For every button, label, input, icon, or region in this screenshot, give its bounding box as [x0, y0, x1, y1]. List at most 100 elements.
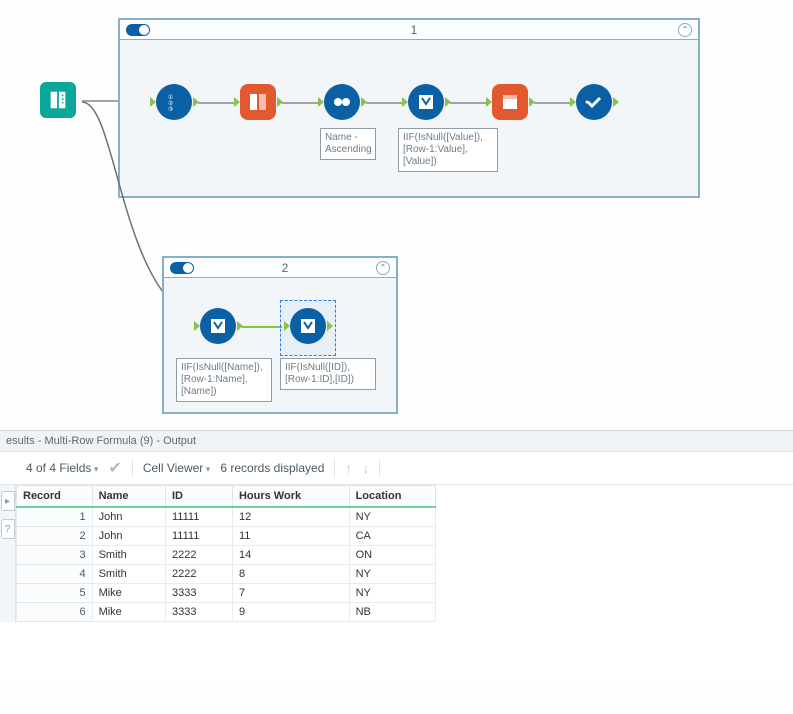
results-table[interactable]: Record Name ID Hours Work Location 1John…: [16, 485, 436, 622]
cell-location: NY: [349, 584, 435, 603]
crosstab-icon: [499, 91, 521, 113]
connector: [366, 102, 406, 104]
multirow-formula-tool[interactable]: [408, 84, 444, 120]
multirow-formula-tool-2b[interactable]: [290, 308, 326, 344]
svg-text:③: ③: [168, 106, 173, 112]
tool-container-2[interactable]: 2 ⌃ IIF(IsNull([Name]),[Row-1:Name],[Nam…: [162, 256, 398, 414]
cell-name: Mike: [92, 603, 165, 622]
container-toggle[interactable]: [170, 262, 194, 274]
cell-location: CA: [349, 527, 435, 546]
fields-dropdown[interactable]: 4 of 4 Fields: [26, 461, 98, 475]
multirow-icon: [415, 91, 437, 113]
side-tab-output[interactable]: ▸: [1, 491, 15, 511]
multirow-formula-tool-2a[interactable]: [200, 308, 236, 344]
svg-text:①: ①: [168, 94, 173, 101]
collapse-button[interactable]: ⌃: [678, 23, 692, 37]
nav-up-icon[interactable]: ↑: [345, 460, 352, 476]
container-toggle[interactable]: [126, 24, 150, 36]
transpose-tool[interactable]: [240, 84, 276, 120]
cell-id: 11111: [166, 527, 233, 546]
connector: [534, 102, 574, 104]
col-record[interactable]: Record: [17, 486, 93, 508]
transpose-icon: [247, 91, 269, 113]
record-id-tool[interactable]: ①②③: [156, 84, 192, 120]
sort-icon: [331, 91, 353, 113]
workflow-canvas[interactable]: 1 ⌃ ①②③: [0, 0, 793, 430]
table-row[interactable]: 4Smith22228NY: [17, 565, 436, 584]
book-icon: [47, 89, 69, 111]
multirow-annotation-2a: IIF(IsNull([Name]),[Row-1:Name],[Name]): [176, 358, 272, 402]
cell-id: 3333: [166, 584, 233, 603]
container-title: 2: [194, 261, 376, 275]
cell-id: 3333: [166, 603, 233, 622]
cell-id: 2222: [166, 546, 233, 565]
connector: [242, 326, 282, 328]
col-location[interactable]: Location: [349, 486, 435, 508]
cell-hours: 14: [232, 546, 349, 565]
collapse-button[interactable]: ⌃: [376, 261, 390, 275]
col-name[interactable]: Name: [92, 486, 165, 508]
sort-annotation: Name - Ascending: [320, 128, 376, 160]
results-title: esults - Multi-Row Formula (9) - Output: [0, 431, 793, 452]
side-tab-help[interactable]: ?: [1, 519, 15, 539]
results-toolbar: 4 of 4 Fields ✔ Cell Viewer 6 records di…: [0, 452, 793, 485]
cell-hours: 11: [232, 527, 349, 546]
cell-name: Smith: [92, 546, 165, 565]
tool-container-1[interactable]: 1 ⌃ ①②③: [118, 18, 700, 198]
cell-record: 5: [17, 584, 93, 603]
cell-name: John: [92, 527, 165, 546]
connector: [450, 102, 490, 104]
container-header: 1 ⌃: [120, 20, 698, 40]
cell-hours: 8: [232, 565, 349, 584]
cell-hours: 9: [232, 603, 349, 622]
cell-name: Smith: [92, 565, 165, 584]
apply-check-icon[interactable]: ✔: [108, 458, 121, 478]
table-row[interactable]: 2John1111111CA: [17, 527, 436, 546]
sort-tool[interactable]: [324, 84, 360, 120]
check-icon: [583, 91, 605, 113]
record-id-icon: ①②③: [164, 92, 184, 112]
cell-location: NY: [349, 507, 435, 527]
cell-name: John: [92, 507, 165, 527]
cell-hours: 7: [232, 584, 349, 603]
crosstab-tool[interactable]: [492, 84, 528, 120]
cell-viewer-dropdown[interactable]: Cell Viewer: [143, 461, 211, 475]
cell-record: 3: [17, 546, 93, 565]
col-hours[interactable]: Hours Work: [232, 486, 349, 508]
connector: [198, 102, 238, 104]
col-id[interactable]: ID: [166, 486, 233, 508]
multirow-icon: [297, 315, 319, 337]
multirow-annotation-2b: IIF(IsNull([ID]),[Row-1:ID],[ID]): [280, 358, 376, 390]
connector: [282, 102, 322, 104]
table-row[interactable]: 1John1111112NY: [17, 507, 436, 527]
multirow-annotation: IIF(IsNull([Value]),[Row-1:Value],[Value…: [398, 128, 498, 172]
cell-hours: 12: [232, 507, 349, 527]
table-row[interactable]: 3Smith222214ON: [17, 546, 436, 565]
cell-record: 4: [17, 565, 93, 584]
side-tabs: ▸ ?: [0, 485, 16, 622]
results-panel: esults - Multi-Row Formula (9) - Output …: [0, 430, 793, 682]
cell-id: 11111: [166, 507, 233, 527]
multirow-icon: [207, 315, 229, 337]
text-input-tool[interactable]: [40, 82, 76, 118]
select-tool[interactable]: [576, 84, 612, 120]
table-row[interactable]: 5Mike33337NY: [17, 584, 436, 603]
cell-location: NB: [349, 603, 435, 622]
separator: [334, 459, 335, 477]
svg-text:②: ②: [168, 100, 173, 107]
container-title: 1: [150, 23, 678, 37]
results-tbody: 1John1111112NY2John1111111CA3Smith222214…: [17, 507, 436, 622]
cell-location: ON: [349, 546, 435, 565]
cell-record: 2: [17, 527, 93, 546]
separator: [132, 459, 133, 477]
nav-down-icon[interactable]: ↓: [362, 460, 369, 476]
table-row[interactable]: 6Mike33339NB: [17, 603, 436, 622]
cell-record: 6: [17, 603, 93, 622]
cell-location: NY: [349, 565, 435, 584]
separator: [379, 459, 380, 477]
cell-name: Mike: [92, 584, 165, 603]
cell-id: 2222: [166, 565, 233, 584]
cell-record: 1: [17, 507, 93, 527]
container-header: 2 ⌃: [164, 258, 396, 278]
records-count: 6 records displayed: [220, 461, 324, 475]
